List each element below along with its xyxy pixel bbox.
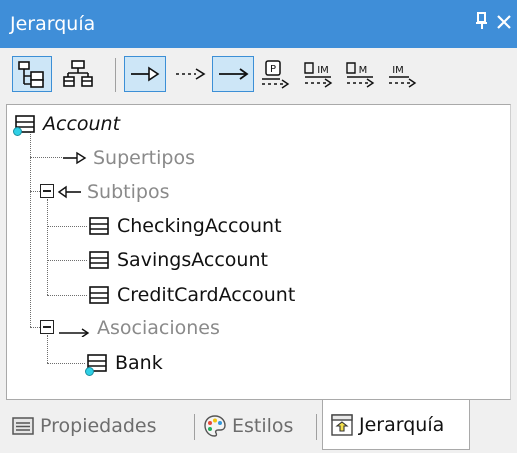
generalization-button[interactable] [124,56,166,92]
tree-connector [30,131,31,327]
tab-label: Estilos [232,415,294,437]
tree-root-account[interactable]: Account [15,109,120,139]
tree-connector [47,260,87,261]
svg-text:IM: IM [392,65,404,76]
subtypes-collapse-toggle[interactable] [40,184,54,198]
tab-estilos[interactable]: Estilos [204,408,293,444]
panel-tabs: Propiedades Estilos Jerarquía [0,400,517,453]
generalization-icon [63,151,87,165]
realization-icon [176,68,206,80]
panel-title-bar[interactable]: Jerarquía [0,0,517,48]
hierarchy-tree[interactable]: Account Supertipos Subtipos CheckingAcco… [6,104,511,400]
tree-connector [30,327,40,328]
palette-icon [204,415,226,437]
tree-connector [47,363,85,364]
association-icon [219,68,249,80]
tree-node-associations[interactable]: Asociaciones [57,313,220,343]
merge-dependency-button[interactable]: M [342,56,382,92]
tab-label: Propiedades [40,415,157,437]
hierarchy-icon [331,413,353,436]
tree-connector [47,295,87,296]
hierarchy-panel: Jerarquía P IM M IM Account Supertipos S… [0,0,517,453]
close-icon[interactable] [494,11,514,35]
supertypes-label: Supertipos [93,147,195,169]
subtypes-label: Subtipos [87,181,170,203]
class-icon [89,251,109,269]
properties-icon [12,417,34,435]
selection-handle [85,367,94,376]
root-class-label: Account [43,113,121,135]
tree-connector [47,335,48,363]
generalization-icon [131,66,160,82]
tree-item-savingsaccount[interactable]: SavingsAccount [89,245,268,275]
class-icon [89,217,109,235]
selection-handle [13,127,22,136]
svg-text:IM: IM [317,65,329,76]
package-dependency-icon: P [262,60,290,89]
tree-connector [30,191,40,192]
show-tree-button[interactable] [12,56,52,92]
association-button[interactable] [212,56,254,92]
realization-button[interactable] [170,56,210,92]
other-dependency-button[interactable]: IM [384,56,424,92]
import-dependency-icon: IM [304,62,333,88]
tab-jerarquia[interactable]: Jerarquía [322,400,470,450]
tree-connector [47,226,87,227]
panel-title: Jerarquía [10,13,96,35]
tree-connector [47,199,48,295]
import-dependency-button[interactable]: IM [300,56,340,92]
tree-node-subtypes[interactable]: Subtipos [57,177,169,207]
package-dependency-button[interactable]: P [256,56,296,92]
associations-collapse-toggle[interactable] [40,320,54,334]
graph-view-icon [63,60,93,87]
tab-separator [194,414,195,440]
pin-icon[interactable] [474,12,490,36]
inheritance-arrow-icon [57,185,81,199]
merge-dependency-icon: M [346,62,375,88]
tree-item-creditcardaccount[interactable]: CreditCardAccount [89,280,295,310]
class-icon [89,286,109,304]
tree-item-bank[interactable]: Bank [87,348,163,378]
class-label: Bank [115,352,163,374]
associations-label: Asociaciones [97,317,220,339]
association-arrow-icon [59,328,90,337]
tab-separator [316,414,317,440]
other-dependency-icon: IM [389,65,417,88]
toolbar-separator [115,58,116,92]
tree-connector [30,157,62,158]
tab-label: Jerarquía [359,413,445,436]
class-label: CheckingAccount [117,215,282,237]
svg-text:M: M [359,65,368,76]
hierarchy-toolbar: P IM M IM [0,48,517,104]
tree-view-icon [18,61,44,88]
class-label: SavingsAccount [117,249,268,271]
class-label: CreditCardAccount [117,284,296,306]
tree-node-supertypes[interactable]: Supertipos [63,143,195,173]
svg-text:P: P [270,64,276,75]
show-graph-button[interactable] [58,56,98,92]
tab-propiedades[interactable]: Propiedades [12,408,157,444]
tree-item-checkingaccount[interactable]: CheckingAccount [89,211,282,241]
